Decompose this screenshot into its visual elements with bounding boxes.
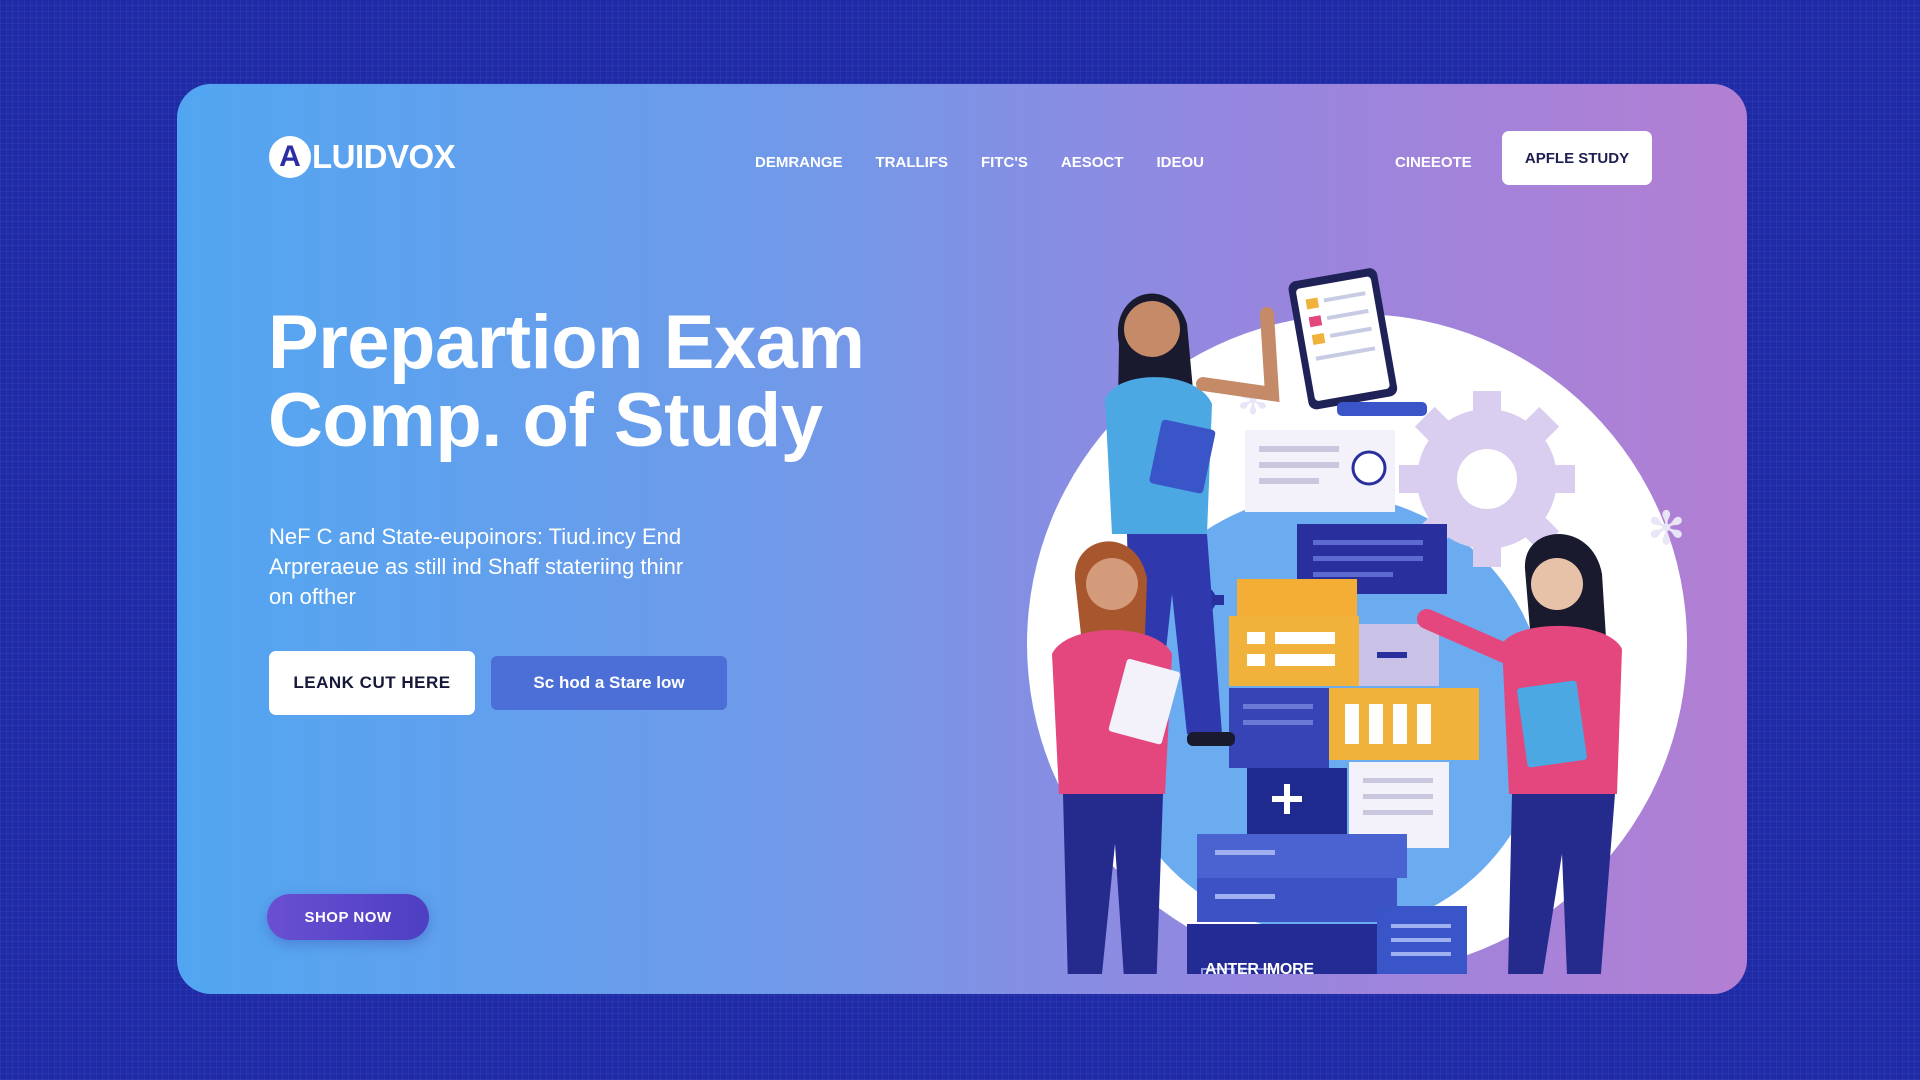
hero-card: A LUIDVOX DEMRANGE TRALLIFS FITC'S AESOC… xyxy=(177,84,1747,994)
nav-item-1[interactable]: DEMRANGE xyxy=(755,154,843,171)
box-label: ANTER IMORE xyxy=(1205,961,1314,978)
hero-description: NeF C and State-eupoinors: Tiud.incy End… xyxy=(269,522,789,612)
nav-item-3[interactable]: FITC'S xyxy=(981,154,1028,171)
nav-item-4[interactable]: AESOCT xyxy=(1061,154,1124,171)
logo-text: LUIDVOX xyxy=(312,138,456,175)
main-nav: DEMRANGE TRALLIFS FITC'S AESOCT IDEOU xyxy=(755,154,1237,171)
hero-description-line-1: NeF C and State-eupoinors: Tiud.incy End xyxy=(269,524,682,549)
apply-study-button[interactable]: APFLE STUDY xyxy=(1502,131,1652,185)
study-illustration: ✻ ✻ ✦ ✦ xyxy=(1027,167,1687,994)
snowflake-icon: ✻ xyxy=(1647,501,1686,555)
hero-description-line-3: on ofther xyxy=(269,584,356,609)
logo[interactable]: A LUIDVOX xyxy=(269,136,456,178)
book-stack-top xyxy=(1337,402,1427,416)
hero-illustration: ✻ ✻ ✦ ✦ xyxy=(997,167,1717,994)
nav-link-right[interactable]: CINEEOTE xyxy=(1395,154,1472,171)
hero-title-line-1: Prepartion Exam xyxy=(268,300,865,385)
hero-title: Prepartion Exam Comp. of Study xyxy=(268,304,865,460)
hero-title-line-2: Comp. of Study xyxy=(268,378,823,463)
primary-cta-button[interactable]: LEANK CUT HERE xyxy=(269,651,475,715)
hero-description-line-2: Arpreraeue as still ind Shaff stateriing… xyxy=(269,554,684,579)
nav-item-5[interactable]: IDEOU xyxy=(1156,154,1204,171)
secondary-cta-button[interactable]: Sc hod a Stare low xyxy=(491,656,727,710)
logo-mark-icon: A xyxy=(269,136,311,178)
shop-now-button[interactable]: SHOP NOW xyxy=(267,894,429,940)
nav-item-2[interactable]: TRALLIFS xyxy=(876,154,949,171)
